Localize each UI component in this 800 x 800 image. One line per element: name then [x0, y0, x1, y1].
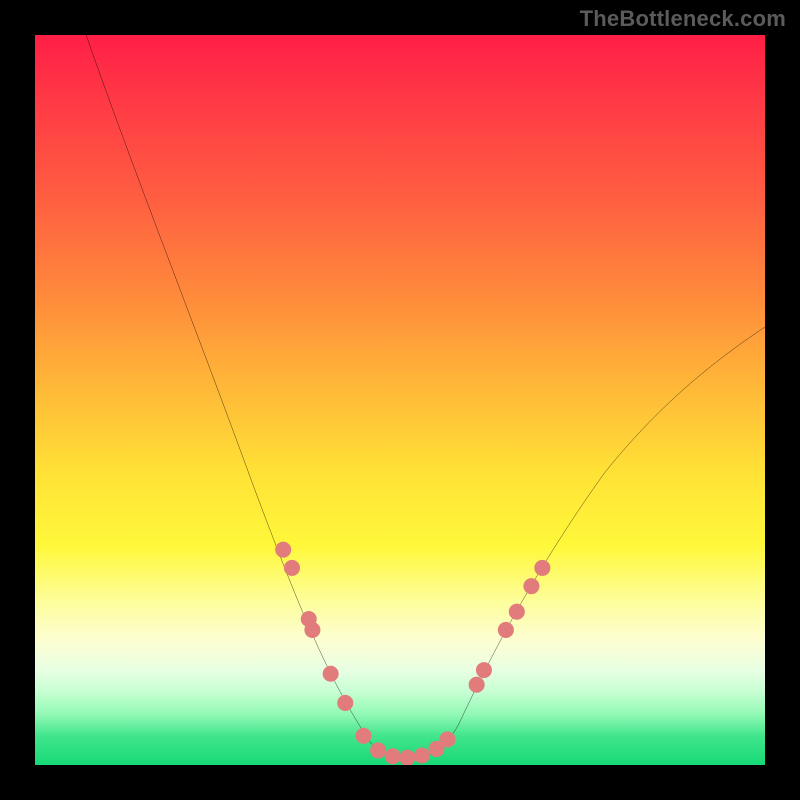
curve-marker	[323, 666, 339, 682]
curve-layer	[35, 35, 765, 765]
curve-marker	[337, 695, 353, 711]
curve-marker	[476, 662, 492, 678]
curve-marker	[414, 747, 430, 763]
curve-marker	[498, 622, 514, 638]
curve-marker	[523, 578, 539, 594]
curve-marker	[534, 560, 550, 576]
marker-group	[275, 542, 550, 765]
curve-marker	[355, 728, 371, 744]
plot-area	[35, 35, 765, 765]
curve-marker	[439, 731, 455, 747]
curve-marker	[469, 677, 485, 693]
curve-marker	[385, 748, 401, 764]
chart-frame: TheBottleneck.com	[0, 0, 800, 800]
curve-marker	[284, 560, 300, 576]
watermark-text: TheBottleneck.com	[580, 6, 786, 32]
curve-marker	[370, 742, 386, 758]
bottleneck-curve	[86, 35, 765, 758]
curve-marker	[399, 750, 415, 765]
curve-marker	[304, 622, 320, 638]
curve-marker	[275, 542, 291, 558]
curve-marker	[509, 604, 525, 620]
